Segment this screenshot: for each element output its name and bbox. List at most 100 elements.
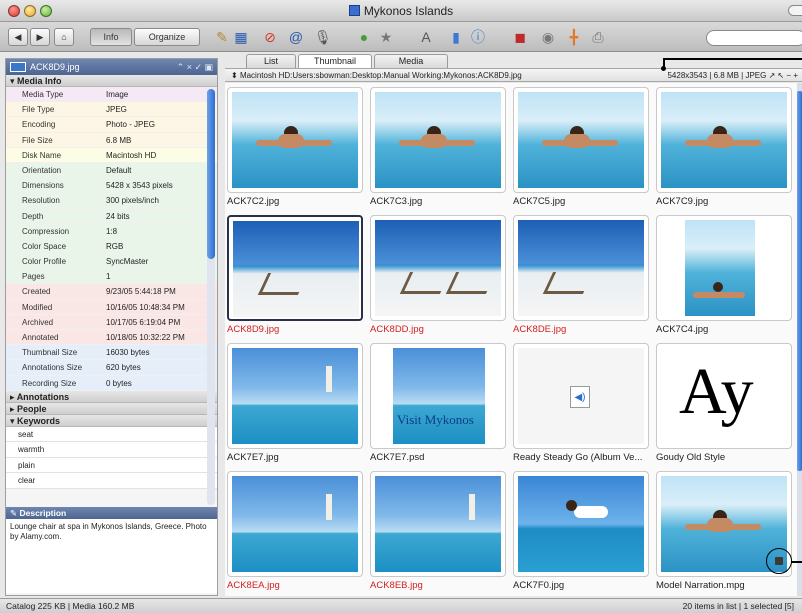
thumbnail-item[interactable]: ACK7C2.jpg bbox=[225, 83, 365, 211]
people-section[interactable]: ▸ People bbox=[6, 402, 217, 415]
callout-dot-top bbox=[661, 66, 666, 71]
thumbnail-frame[interactable]: ◀) bbox=[513, 343, 649, 449]
thumbnail-item[interactable]: ACK7E7.jpg bbox=[225, 339, 365, 467]
thumbnail-image: Visit Mykonos bbox=[393, 348, 485, 444]
thumbnail-filename: ACK8DE.jpg bbox=[513, 324, 567, 335]
thumbnail-item[interactable]: ACK8DD.jpg bbox=[368, 211, 508, 339]
thumbnail-item[interactable]: ACK7C4.jpg bbox=[654, 211, 794, 339]
thumbnail-item[interactable]: ACK7C9.jpg bbox=[654, 83, 794, 211]
thumbnail-frame[interactable] bbox=[370, 471, 506, 577]
keyword-item[interactable]: clear bbox=[6, 473, 217, 489]
info-row: Color Space RGB bbox=[6, 238, 217, 255]
thumbnail-item[interactable]: ACK8DE.jpg bbox=[511, 211, 651, 339]
microphone-icon[interactable]: 🎙 bbox=[314, 29, 332, 45]
info-row-value[interactable]: 9/23/05 5:44:18 PM bbox=[104, 284, 205, 299]
back-button[interactable]: ◀ bbox=[8, 28, 28, 46]
slideshow-icon[interactable]: ▦ bbox=[233, 29, 249, 45]
home-button[interactable]: ⌂ bbox=[54, 28, 74, 46]
thumbnail-item[interactable]: ACK7F0.jpg bbox=[511, 467, 651, 595]
info-row-value[interactable]: 6.8 MB bbox=[104, 133, 205, 148]
info-row-value[interactable]: Photo - JPEG bbox=[104, 117, 205, 132]
info-row-value[interactable]: Default bbox=[104, 163, 205, 178]
info-row: Disk Name Macintosh HD bbox=[6, 147, 217, 163]
info-row-value[interactable]: 0 bytes bbox=[104, 376, 205, 391]
thumbnail-frame[interactable] bbox=[656, 215, 792, 321]
info-row: Media Type Image bbox=[6, 87, 217, 103]
thumbnail-frame[interactable] bbox=[370, 87, 506, 193]
print-icon[interactable]: ⎙ bbox=[590, 29, 606, 45]
adjust-icon[interactable]: ╋ bbox=[566, 29, 582, 45]
thumbnail-frame[interactable] bbox=[513, 471, 649, 577]
info-row-value[interactable]: 300 pixels/inch bbox=[104, 193, 205, 208]
info-scrollbar[interactable] bbox=[207, 89, 215, 505]
annotations-section[interactable]: ▸ Annotations bbox=[6, 390, 217, 403]
info-view-button[interactable]: Info bbox=[90, 28, 132, 46]
thumbnail-item[interactable]: Visit Mykonos ACK7E7.psd bbox=[368, 339, 508, 467]
info-panel-controls[interactable]: ⌃ × ✓ ▣ bbox=[177, 59, 213, 75]
info-row: Archived 10/17/05 6:19:04 PM bbox=[6, 314, 217, 330]
tab-list[interactable]: List bbox=[246, 54, 296, 68]
keyword-item[interactable]: warmth bbox=[6, 442, 217, 458]
grid-scrollbar[interactable] bbox=[797, 83, 802, 596]
thumbnail-frame[interactable] bbox=[656, 87, 792, 193]
description-field[interactable]: Lounge chair at spa in Mykonos Islands, … bbox=[6, 519, 217, 593]
keyword-item[interactable]: seat bbox=[6, 426, 217, 443]
info-row-value[interactable]: 10/17/05 6:19:04 PM bbox=[104, 315, 205, 330]
delete-icon[interactable]: ⊘ bbox=[262, 29, 278, 45]
thumbnail-item[interactable]: ACK7C3.jpg bbox=[368, 83, 508, 211]
thumbnail-item[interactable]: ◀) Ready Steady Go (Album Ve... bbox=[511, 339, 651, 467]
thumbnail-frame[interactable] bbox=[513, 87, 649, 193]
tab-media[interactable]: Media bbox=[374, 54, 448, 68]
email-icon[interactable]: @ bbox=[288, 29, 304, 45]
thumbnail-frame[interactable]: Visit Mykonos bbox=[370, 343, 506, 449]
thumbnail-frame[interactable] bbox=[227, 471, 363, 577]
thumbnail-frame[interactable] bbox=[513, 215, 649, 321]
thumbnail-frame[interactable] bbox=[227, 343, 363, 449]
view-icon[interactable]: ◉ bbox=[540, 29, 556, 45]
chart-icon[interactable]: ▮ bbox=[448, 29, 464, 45]
tag-icon[interactable]: ✎ bbox=[214, 29, 230, 45]
info-row: Encoding Photo - JPEG bbox=[6, 117, 217, 133]
thumbnail-item[interactable]: Ay Goudy Old Style bbox=[654, 339, 794, 467]
media-info-section[interactable]: ▾ Media Info bbox=[6, 75, 217, 87]
info-row-value[interactable]: 620 bytes bbox=[104, 360, 205, 375]
info-row-value[interactable]: JPEG bbox=[104, 102, 205, 117]
search-input[interactable] bbox=[706, 30, 802, 46]
info-row-value[interactable]: Macintosh HD bbox=[104, 148, 205, 163]
info-row-value[interactable]: RGB bbox=[104, 239, 205, 254]
thumbnail-frame[interactable] bbox=[370, 215, 506, 321]
info-row-value[interactable]: 24 bits bbox=[104, 209, 205, 224]
grid-scroll-thumb[interactable] bbox=[797, 91, 802, 471]
info-row-value[interactable]: 10/16/05 10:48:34 PM bbox=[104, 300, 205, 315]
thumbnail-item[interactable]: ACK8EB.jpg bbox=[368, 467, 508, 595]
info-panel: ACK8D9.jpg ⌃ × ✓ ▣ ▾ Media Info Media Ty… bbox=[5, 58, 218, 596]
keywords-section[interactable]: ▾ Keywords bbox=[6, 414, 217, 427]
info-row-value[interactable]: 5428 x 3543 pixels bbox=[104, 178, 205, 193]
keyword-item[interactable]: plain bbox=[6, 457, 217, 474]
thumbnail-item[interactable]: ACK8EA.jpg bbox=[225, 467, 365, 595]
info-row-value[interactable]: 10/18/05 10:32:22 PM bbox=[104, 330, 205, 345]
thumbnail-frame[interactable]: Ay bbox=[656, 343, 792, 449]
organize-view-button[interactable]: Organize bbox=[134, 28, 200, 46]
info-row-value[interactable]: SyncMaster bbox=[104, 254, 205, 269]
thumbnail-filename: Ready Steady Go (Album Ve... bbox=[513, 452, 643, 463]
forward-button[interactable]: ▶ bbox=[30, 28, 50, 46]
ichat-icon[interactable]: ◼ bbox=[512, 29, 528, 45]
toolbar-toggle-button[interactable] bbox=[788, 5, 802, 16]
info-icon[interactable]: ⓘ bbox=[470, 29, 486, 45]
tab-thumbnail[interactable]: Thumbnail bbox=[298, 54, 372, 68]
thumbnail-item[interactable]: ACK8D9.jpg bbox=[225, 211, 365, 339]
label-icon[interactable]: ● bbox=[356, 29, 372, 45]
rating-star-icon[interactable]: ★ bbox=[378, 29, 394, 45]
thumbnail-frame[interactable] bbox=[227, 215, 363, 321]
info-row-value[interactable]: 1:8 bbox=[104, 224, 205, 239]
info-row-value[interactable]: Image bbox=[104, 87, 205, 102]
info-scroll-thumb[interactable] bbox=[207, 89, 215, 259]
thumbnail-filename: ACK7F0.jpg bbox=[513, 580, 565, 591]
thumbnail-frame[interactable] bbox=[227, 87, 363, 193]
thumbnail-item[interactable]: Model Narration.mpg bbox=[654, 467, 794, 595]
info-row-value[interactable]: 1 bbox=[104, 269, 205, 284]
thumbnail-item[interactable]: ACK7C5.jpg bbox=[511, 83, 651, 211]
info-row-value[interactable]: 16030 bytes bbox=[104, 345, 205, 360]
font-preview-icon[interactable]: A bbox=[418, 29, 434, 45]
